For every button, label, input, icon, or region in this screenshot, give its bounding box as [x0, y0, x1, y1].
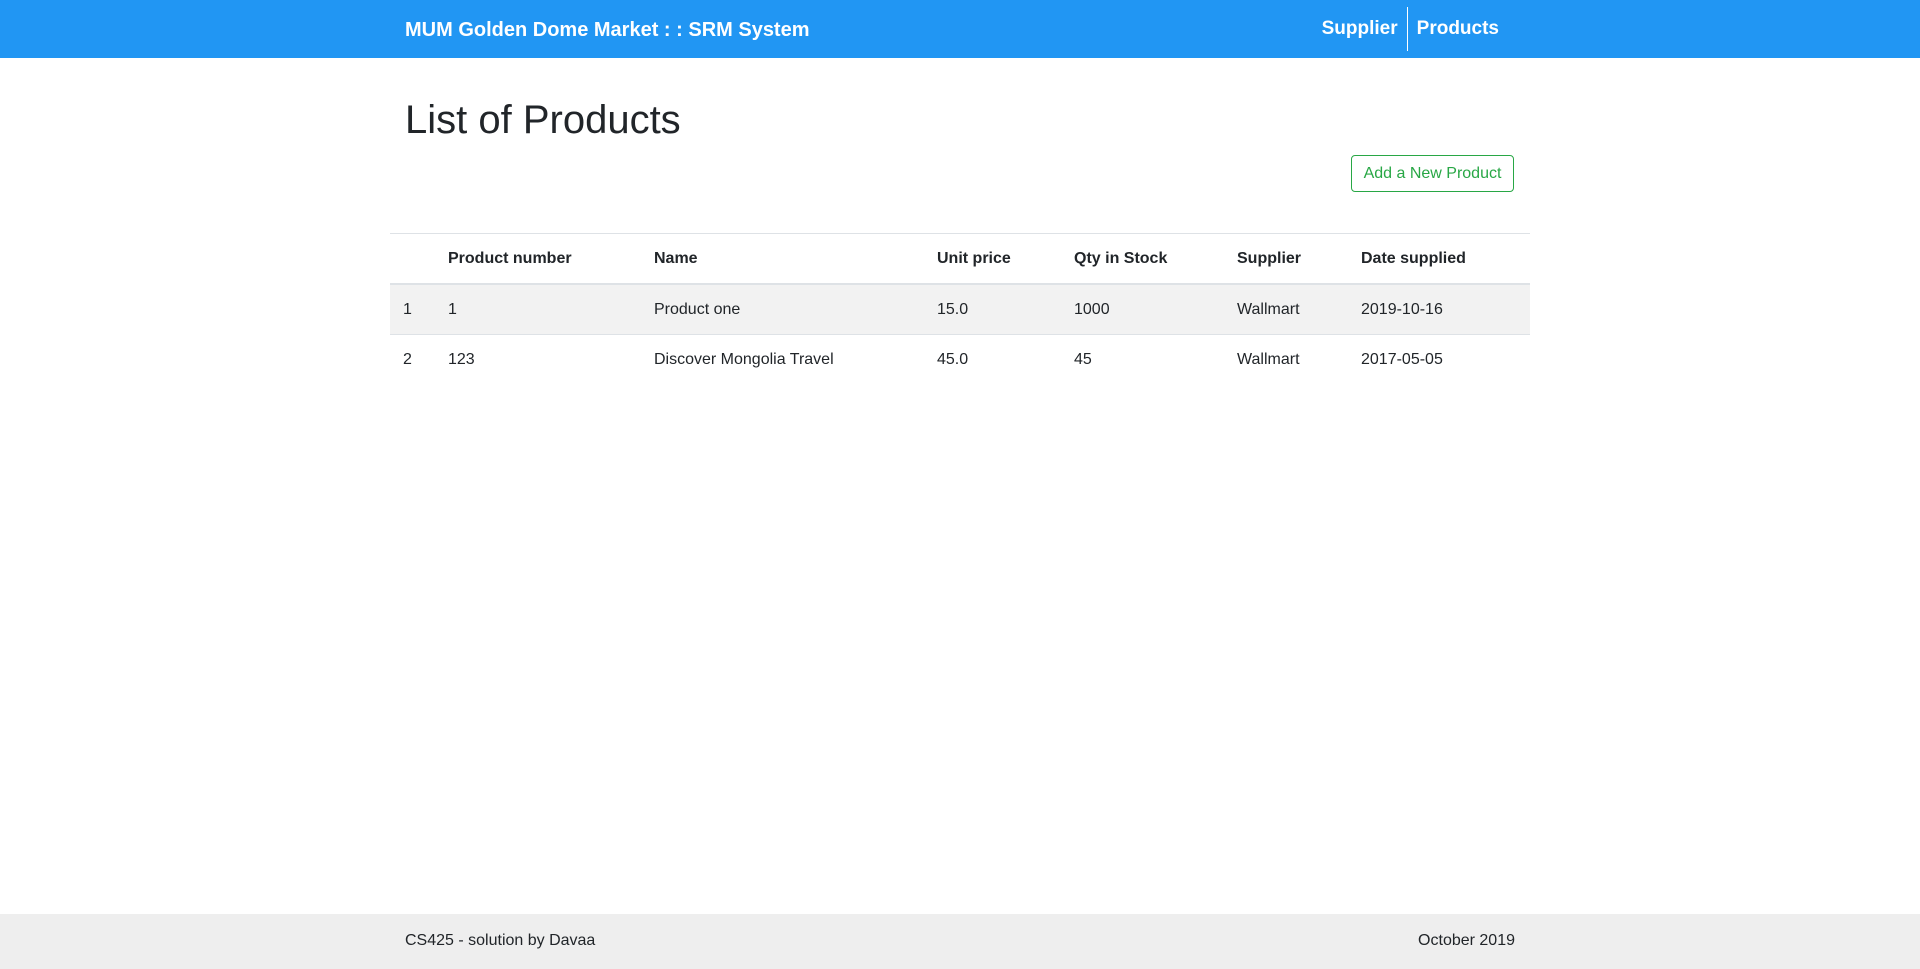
- page-title: List of Products: [405, 98, 681, 142]
- cell-index: 1: [403, 300, 412, 318]
- footer-credit: CS425 - solution by Davaa: [405, 932, 596, 949]
- footer-date: October 2019: [1418, 932, 1515, 949]
- top-navbar: MUM Golden Dome Market : : SRM System Su…: [0, 0, 1920, 58]
- nav-link-products[interactable]: Products: [1408, 7, 1508, 51]
- column-header-index: [390, 234, 435, 285]
- column-header-name: Name: [654, 249, 698, 267]
- table-row: 1 1 Product one 15.0 1000 Wallmart 2019-…: [390, 284, 1530, 335]
- products-table: Product number Name Unit price Qty in St…: [390, 233, 1530, 384]
- page-footer: CS425 - solution by Davaa October 2019: [0, 914, 1920, 969]
- column-header-product-number: Product number: [448, 249, 572, 267]
- add-new-product-button[interactable]: Add a New Product: [1351, 155, 1514, 192]
- table-row: 2 123 Discover Mongolia Travel 45.0 45 W…: [390, 335, 1530, 385]
- brand-link[interactable]: MUM Golden Dome Market : : SRM System: [405, 19, 810, 42]
- cell-date: 2019-10-16: [1361, 300, 1443, 318]
- table-body: 1 1 Product one 15.0 1000 Wallmart 2019-…: [390, 284, 1530, 384]
- cell-name: Discover Mongolia Travel: [654, 350, 834, 368]
- cell-unit-price: 45.0: [937, 350, 969, 368]
- cell-product-number: 1: [448, 300, 457, 318]
- column-header-date-supplied: Date supplied: [1361, 249, 1466, 267]
- cell-product-number: 123: [448, 350, 475, 368]
- nav-links: Supplier Products: [1313, 7, 1508, 51]
- cell-name: Product one: [654, 300, 741, 318]
- cell-index: 2: [403, 350, 412, 368]
- products-table-container: Product number Name Unit price Qty in St…: [390, 233, 1530, 384]
- nav-link-supplier[interactable]: Supplier: [1313, 7, 1408, 51]
- cell-date: 2017-05-05: [1361, 350, 1443, 368]
- cell-unit-price: 15.0: [937, 300, 969, 318]
- cell-qty: 45: [1074, 350, 1092, 368]
- column-header-supplier: Supplier: [1237, 249, 1302, 267]
- cell-supplier: Wallmart: [1237, 350, 1300, 368]
- cell-qty: 1000: [1074, 300, 1110, 318]
- table-header: Product number Name Unit price Qty in St…: [390, 233, 1530, 285]
- column-header-unit-price: Unit price: [937, 249, 1011, 267]
- cell-supplier: Wallmart: [1237, 300, 1300, 318]
- column-header-qty-in-stock: Qty in Stock: [1074, 249, 1168, 267]
- table-header-row: Product number Name Unit price Qty in St…: [390, 233, 1530, 285]
